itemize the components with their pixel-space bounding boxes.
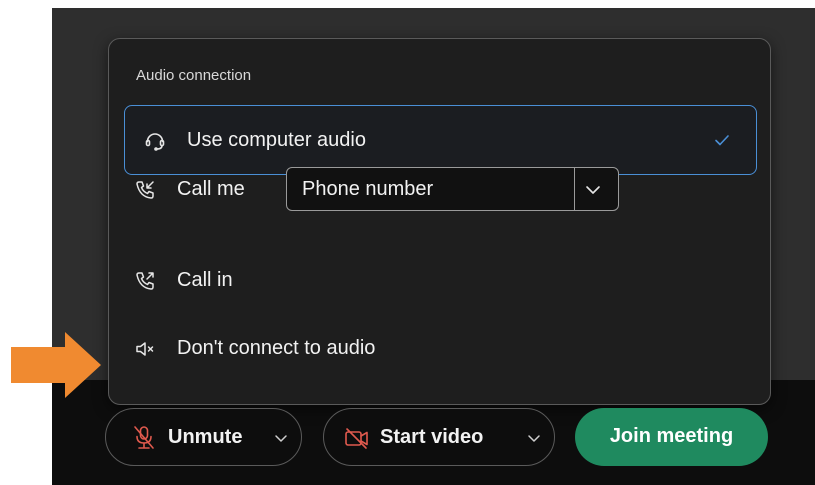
phone-outgoing-icon [134,270,156,297]
option-label: Call in [177,269,233,291]
join-meeting-label: Join meeting [609,425,734,447]
chevron-down-icon[interactable] [583,180,603,205]
option-call-in[interactable]: Call in [124,266,757,322]
meeting-window: Audio connection Use computer audio Call… [52,8,815,485]
audio-connection-popover: Audio connection Use computer audio Call… [108,38,771,405]
popover-title: Audio connection [136,67,252,84]
speaker-muted-icon [134,338,156,365]
chevron-down-icon[interactable] [272,429,290,452]
unmute-label: Unmute [168,426,243,448]
chevron-down-icon[interactable] [525,429,543,452]
select-divider [574,168,575,210]
phone-select-value: Phone number [302,178,434,200]
start-video-button[interactable]: Start video [323,408,555,466]
option-label: Use computer audio [187,129,366,151]
start-video-label: Start video [380,426,484,448]
unmute-button[interactable]: Unmute [105,408,302,466]
annotation-arrow-icon [11,332,103,403]
headset-icon [143,128,167,157]
video-off-icon [344,426,370,455]
join-meeting-button[interactable]: Join meeting [575,408,768,466]
option-dont-connect-audio[interactable]: Don't connect to audio [124,334,757,390]
checkmark-icon [712,130,732,155]
option-label: Don't connect to audio [177,337,376,359]
microphone-muted-icon [132,425,156,456]
option-label: Call me [177,178,245,200]
phone-incoming-icon [134,179,156,206]
phone-number-select[interactable]: Phone number [286,167,619,211]
